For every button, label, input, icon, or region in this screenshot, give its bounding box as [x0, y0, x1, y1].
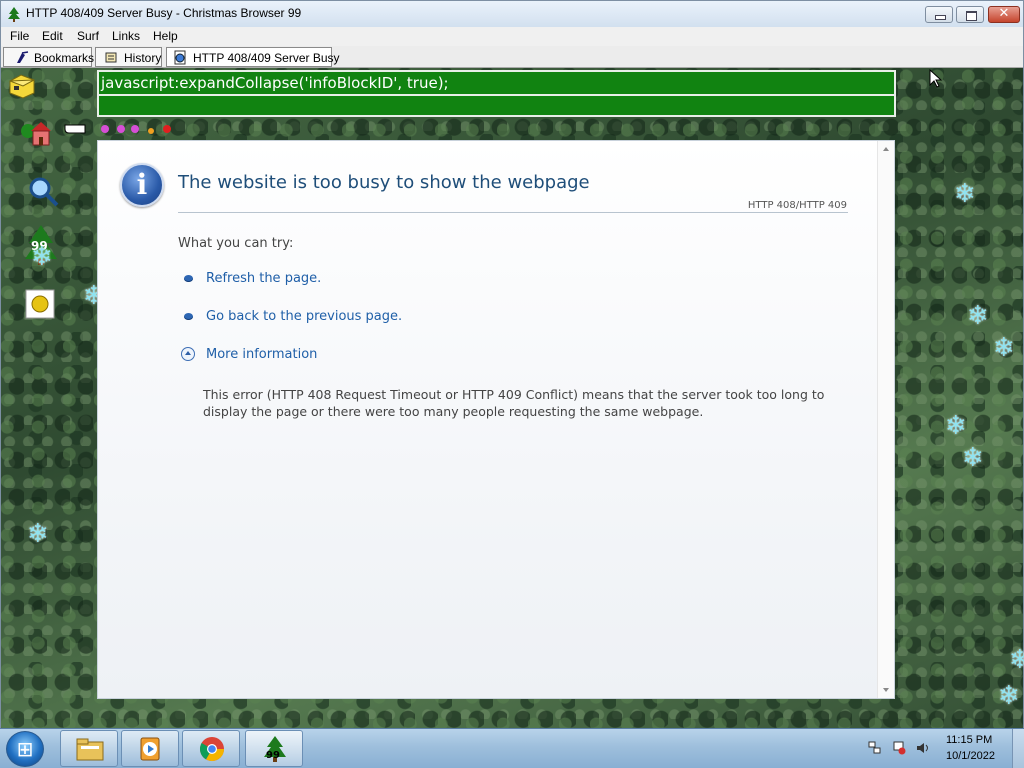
- menu-links[interactable]: Links: [112, 29, 140, 43]
- tab-label: HTTP 408/409 Server Busy: [193, 51, 340, 65]
- sun-stamp-icon[interactable]: [25, 289, 55, 319]
- bookmark-pen-icon: [17, 51, 29, 63]
- status-text: javascript:expandCollapse('infoBlockID',…: [101, 74, 449, 92]
- mouse-cursor-icon: [929, 69, 943, 88]
- menu-file[interactable]: File: [10, 29, 29, 43]
- tab-label: History: [124, 51, 162, 65]
- scroll-up-arrow-icon[interactable]: [883, 147, 889, 151]
- page-title: The website is too busy to show the webp…: [178, 172, 590, 193]
- tab-bookmarks[interactable]: Bookmarks: [3, 47, 95, 67]
- explorer-folder-icon: [76, 738, 104, 761]
- app-badge: 99: [266, 750, 280, 761]
- show-desktop-button[interactable]: [1012, 729, 1024, 768]
- mailbox-icon[interactable]: [7, 71, 37, 101]
- chrome-icon: [199, 737, 224, 762]
- tab-current-page[interactable]: HTTP 408/409 Server Busy: [166, 47, 340, 67]
- menu-edit[interactable]: Edit: [42, 29, 63, 43]
- snowflake-icon: ❄: [954, 179, 976, 209]
- browser-window: HTTP 408/409 Server Busy - Christmas Bro…: [0, 0, 1024, 729]
- minimize-button[interactable]: [925, 6, 953, 23]
- taskbar-explorer[interactable]: [60, 730, 118, 767]
- home-icon[interactable]: [19, 117, 53, 149]
- snowflake-icon: ❄: [967, 301, 989, 331]
- taskbar-media-player[interactable]: [121, 730, 179, 767]
- vertical-scrollbar[interactable]: [877, 141, 894, 698]
- taskbar-chrome[interactable]: [182, 730, 240, 767]
- status-bar: javascript:expandCollapse('infoBlockID',…: [97, 70, 896, 117]
- try-label: What you can try:: [178, 236, 294, 251]
- snowflake-icon: ❄: [945, 411, 967, 441]
- christmas-tree-icon: [8, 7, 20, 22]
- title-bar[interactable]: HTTP 408/409 Server Busy - Christmas Bro…: [1, 1, 1023, 27]
- menu-bar: File Edit Surf Links Help: [1, 27, 1023, 46]
- snowflake-icon: ❄: [998, 681, 1020, 711]
- history-scroll-icon: [105, 52, 117, 63]
- network-icon[interactable]: [868, 741, 882, 755]
- system-tray: 11:15 PM 10/1/2022: [862, 729, 1024, 768]
- tab-label: Bookmarks: [34, 51, 95, 65]
- windows-logo-icon: ⊞: [16, 737, 34, 761]
- start-button[interactable]: ⊞: [6, 731, 44, 767]
- snowflake-icon: ❄: [993, 333, 1015, 363]
- snowflake-icon: ❄: [27, 519, 49, 549]
- expand-collapse-icon[interactable]: [181, 347, 195, 361]
- more-information-link[interactable]: More information: [206, 347, 317, 362]
- media-player-icon: [140, 737, 160, 761]
- bullet-icon: [184, 313, 193, 320]
- close-button[interactable]: ✕: [988, 6, 1020, 23]
- clock-date[interactable]: 10/1/2022: [946, 750, 995, 762]
- tab-bar: Bookmarks History HTTP 408/409 Server Bu…: [1, 46, 1023, 68]
- snowflake-icon: ❄: [962, 443, 984, 473]
- window-title: HTTP 408/409 Server Busy - Christmas Bro…: [26, 6, 302, 20]
- error-code: HTTP 408/HTTP 409: [747, 200, 847, 211]
- volume-icon[interactable]: [916, 741, 930, 755]
- close-icon: ✕: [998, 6, 1010, 21]
- refresh-link[interactable]: Refresh the page.: [206, 271, 321, 286]
- status-line: javascript:expandCollapse('infoBlockID',…: [99, 72, 894, 96]
- tab-history[interactable]: History: [95, 47, 162, 67]
- menu-help[interactable]: Help: [153, 29, 178, 43]
- clock-time[interactable]: 11:15 PM: [946, 734, 992, 746]
- error-description: This error (HTTP 408 Request Timeout or …: [203, 387, 825, 419]
- scroll-down-arrow-icon[interactable]: [883, 688, 889, 692]
- maximize-button[interactable]: [956, 6, 984, 23]
- taskbar-christmas-browser[interactable]: 99: [245, 730, 303, 767]
- action-center-flag-icon[interactable]: [892, 741, 906, 755]
- globe-page-icon: [174, 50, 186, 65]
- snowflake-icon: ❄: [31, 242, 53, 272]
- taskbar: ⊞ 99 11:15 PM 10/1/2022: [0, 728, 1024, 768]
- pointing-hand-lights-icon[interactable]: [63, 119, 179, 139]
- divider: [178, 212, 848, 213]
- bullet-icon: [184, 275, 193, 282]
- go-back-link[interactable]: Go back to the previous page.: [206, 309, 402, 324]
- error-page: i The website is too busy to show the we…: [97, 140, 895, 699]
- info-icon: i: [120, 163, 164, 207]
- magnifier-icon[interactable]: [27, 175, 61, 207]
- snowflake-icon: ❄: [1009, 645, 1024, 675]
- menu-surf[interactable]: Surf: [77, 29, 99, 43]
